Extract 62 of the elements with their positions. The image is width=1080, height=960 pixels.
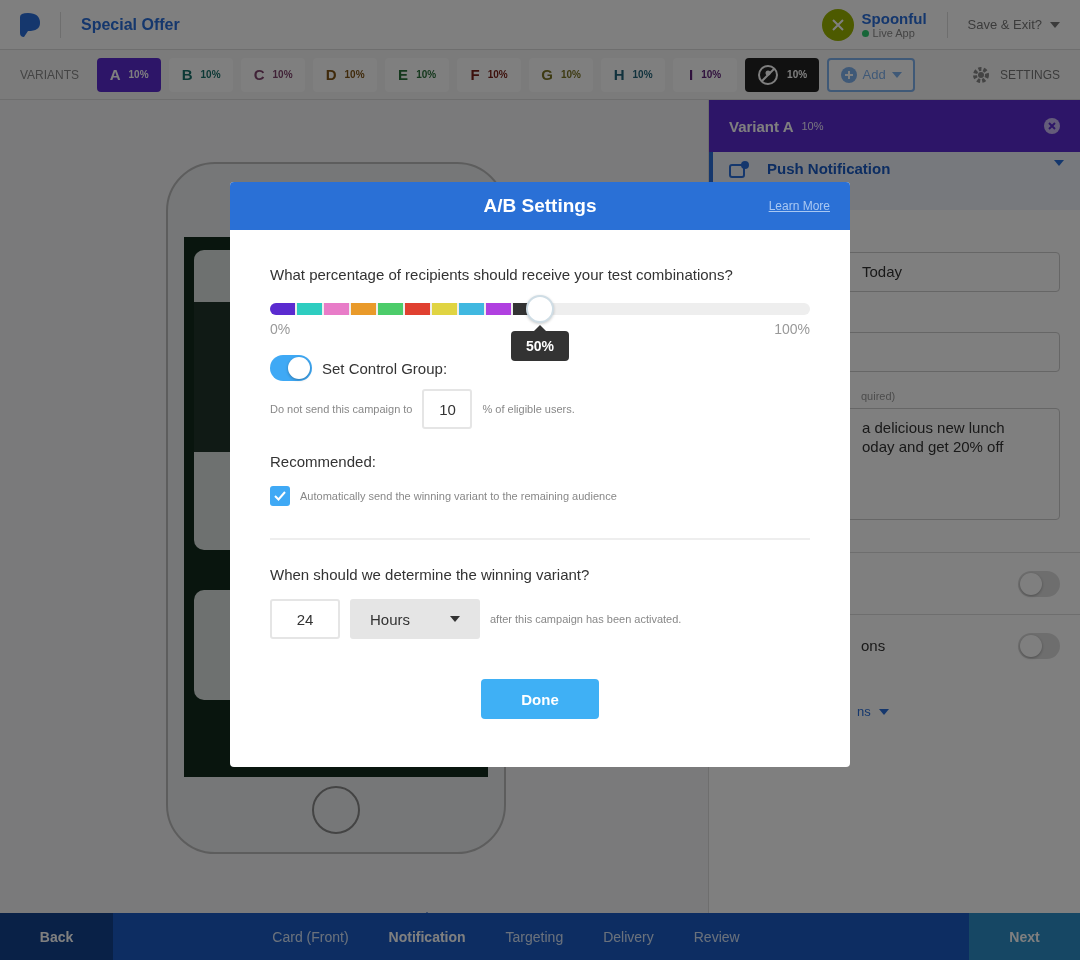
slider-thumb[interactable]	[526, 295, 554, 323]
done-button[interactable]: Done	[481, 679, 599, 719]
unit-dropdown[interactable]: Hours	[350, 599, 480, 639]
control-text: Do not send this campaign to	[270, 403, 413, 415]
option-label: ons	[861, 637, 886, 654]
duration-field[interactable]: 24	[270, 599, 340, 639]
campaign-title: Special Offer	[81, 15, 180, 34]
variant-tab[interactable]: A 10%	[97, 57, 162, 92]
next-button[interactable]: Next	[969, 913, 1080, 960]
variant-tab[interactable]: E 10%	[385, 57, 450, 92]
variant-title: Variant A	[729, 117, 794, 135]
control-group-toggle[interactable]	[270, 355, 312, 381]
slider-tooltip: 50%	[511, 331, 569, 361]
app-name: Spoonful	[861, 10, 927, 27]
step-tab[interactable]: Card (Front)	[272, 928, 349, 945]
step-tab[interactable]: Notification	[388, 928, 466, 945]
close-icon[interactable]	[1044, 118, 1060, 134]
app-avatar	[821, 8, 854, 41]
learn-more-link[interactable]: Learn More	[768, 199, 830, 213]
control-group-label: Set Control Group:	[322, 359, 448, 377]
settings-icon	[972, 65, 990, 84]
logo-icon	[20, 12, 40, 37]
caret-icon	[1050, 21, 1060, 28]
recommended-label: Recommended:	[270, 453, 376, 470]
more-options-button[interactable]: ns	[857, 704, 889, 719]
step-tab[interactable]: Targeting	[505, 928, 564, 945]
back-button[interactable]: Back	[0, 913, 113, 960]
step-tab[interactable]: Review	[693, 928, 740, 945]
caret-icon	[450, 616, 460, 622]
control-group-tab[interactable]: 10%	[745, 57, 820, 92]
percentage-slider[interactable]	[270, 295, 810, 323]
winner-question: When should we determine the winning variant?	[270, 566, 590, 583]
option-toggle[interactable]	[1018, 632, 1060, 659]
auto-send-label: Automatically send the winning variant to the remaining audience	[300, 490, 617, 502]
notification-icon	[729, 160, 751, 178]
variant-tab[interactable]: B 10%	[169, 57, 234, 92]
settings-button[interactable]: SETTINGS	[972, 65, 1060, 84]
section-title: Push Notification	[767, 160, 891, 177]
variant-tab[interactable]: D 10%	[313, 57, 378, 92]
dialog-title: A/B Settings	[483, 195, 597, 217]
check-icon	[274, 491, 286, 501]
caret-icon	[878, 708, 889, 715]
max-label: 100%	[774, 321, 810, 337]
add-variant-button[interactable]: Add	[827, 57, 916, 92]
step-tab[interactable]: Delivery	[603, 928, 654, 945]
min-label: 0%	[270, 321, 291, 337]
plus-icon	[840, 66, 857, 83]
variant-share: 10%	[801, 120, 824, 132]
control-percent-field[interactable]: 10	[422, 389, 473, 429]
auto-send-checkbox[interactable]	[270, 486, 290, 506]
save-exit-menu[interactable]: Save & Exit?	[967, 17, 1060, 32]
variant-tab[interactable]: G 10%	[529, 57, 594, 92]
option-toggle[interactable]	[1018, 570, 1060, 597]
variant-tab[interactable]: C 10%	[241, 57, 306, 92]
caret-icon	[1054, 160, 1064, 166]
control-text: % of eligible users.	[482, 403, 575, 415]
variant-tab[interactable]: I 10%	[673, 57, 738, 92]
caret-icon	[891, 71, 902, 78]
prohibited-person-icon	[757, 63, 780, 86]
variant-tab[interactable]: F 10%	[457, 57, 522, 92]
variant-tab[interactable]: H 10%	[601, 57, 666, 92]
duration-text: after this campaign has been activated.	[490, 613, 682, 625]
